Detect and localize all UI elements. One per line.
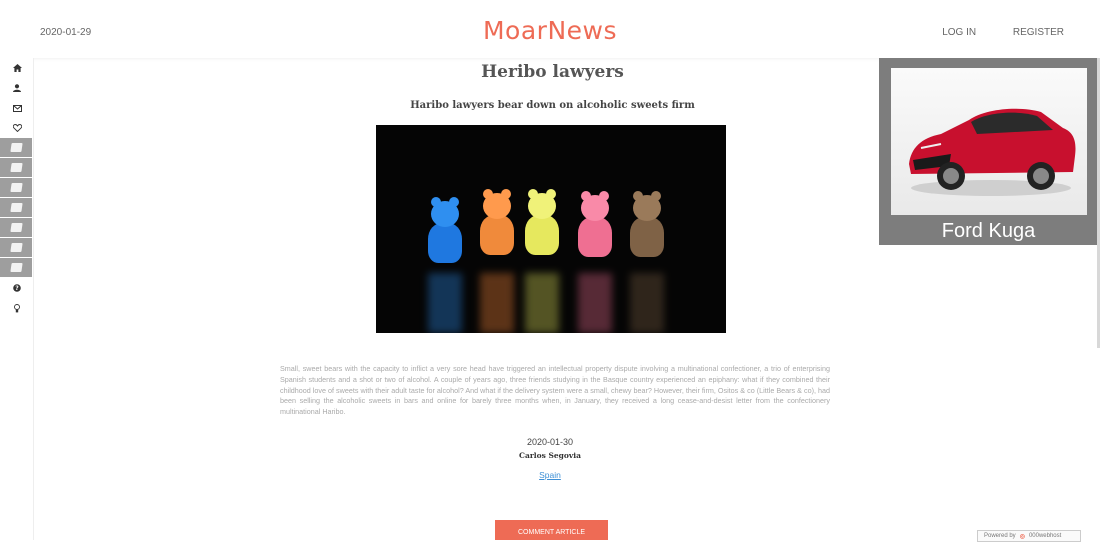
article-category-link[interactable]: Spain — [0, 470, 1100, 480]
login-link[interactable]: LOG IN — [942, 27, 976, 38]
powered-by-text: Powered by — [984, 533, 1016, 539]
category-icon[interactable] — [0, 178, 32, 198]
auth-nav: LOG IN REGISTER — [908, 27, 1064, 38]
bear-blue — [428, 197, 462, 263]
article-body: Small, sweet bears with the capacity to … — [280, 364, 830, 417]
article-author: Carlos Segovia — [519, 451, 581, 460]
help-icon[interactable]: ? — [0, 278, 34, 298]
host-logo-icon: ◎ — [1019, 533, 1025, 540]
article-image — [376, 125, 726, 333]
sidebar: ? — [0, 58, 34, 540]
host-name: 000webhost — [1028, 533, 1062, 539]
category-icon[interactable] — [0, 138, 32, 158]
powered-by-badge[interactable]: Powered by ◎ 000webhost — [977, 530, 1081, 542]
comment-article-button[interactable]: COMMENT ARTICLE — [495, 520, 608, 540]
site-header: 2020-01-29 MoarNews LOG IN REGISTER — [0, 0, 1100, 58]
bear-yellow — [525, 189, 559, 255]
ad-label: Ford Kuga — [941, 220, 1036, 242]
user-icon[interactable] — [0, 78, 34, 98]
article-date: 2020-01-30 — [526, 437, 574, 447]
car-image — [891, 68, 1087, 215]
bear-orange — [480, 189, 514, 255]
bear-brown — [630, 191, 664, 257]
sidebar-ad[interactable]: Ford Kuga — [879, 58, 1098, 245]
mail-icon[interactable] — [0, 98, 34, 118]
category-icon[interactable] — [0, 158, 32, 178]
category-icon[interactable] — [0, 258, 32, 278]
category-icon[interactable] — [0, 218, 32, 238]
category-icon[interactable] — [0, 238, 32, 258]
svg-text:?: ? — [15, 285, 19, 292]
category-icon[interactable] — [0, 198, 32, 218]
bear-pink — [578, 191, 612, 257]
bulb-icon[interactable] — [0, 298, 34, 318]
current-date: 2020-01-29 — [40, 27, 92, 38]
home-icon[interactable] — [0, 58, 34, 78]
register-link[interactable]: REGISTER — [1013, 27, 1064, 38]
heart-icon[interactable] — [0, 118, 34, 138]
